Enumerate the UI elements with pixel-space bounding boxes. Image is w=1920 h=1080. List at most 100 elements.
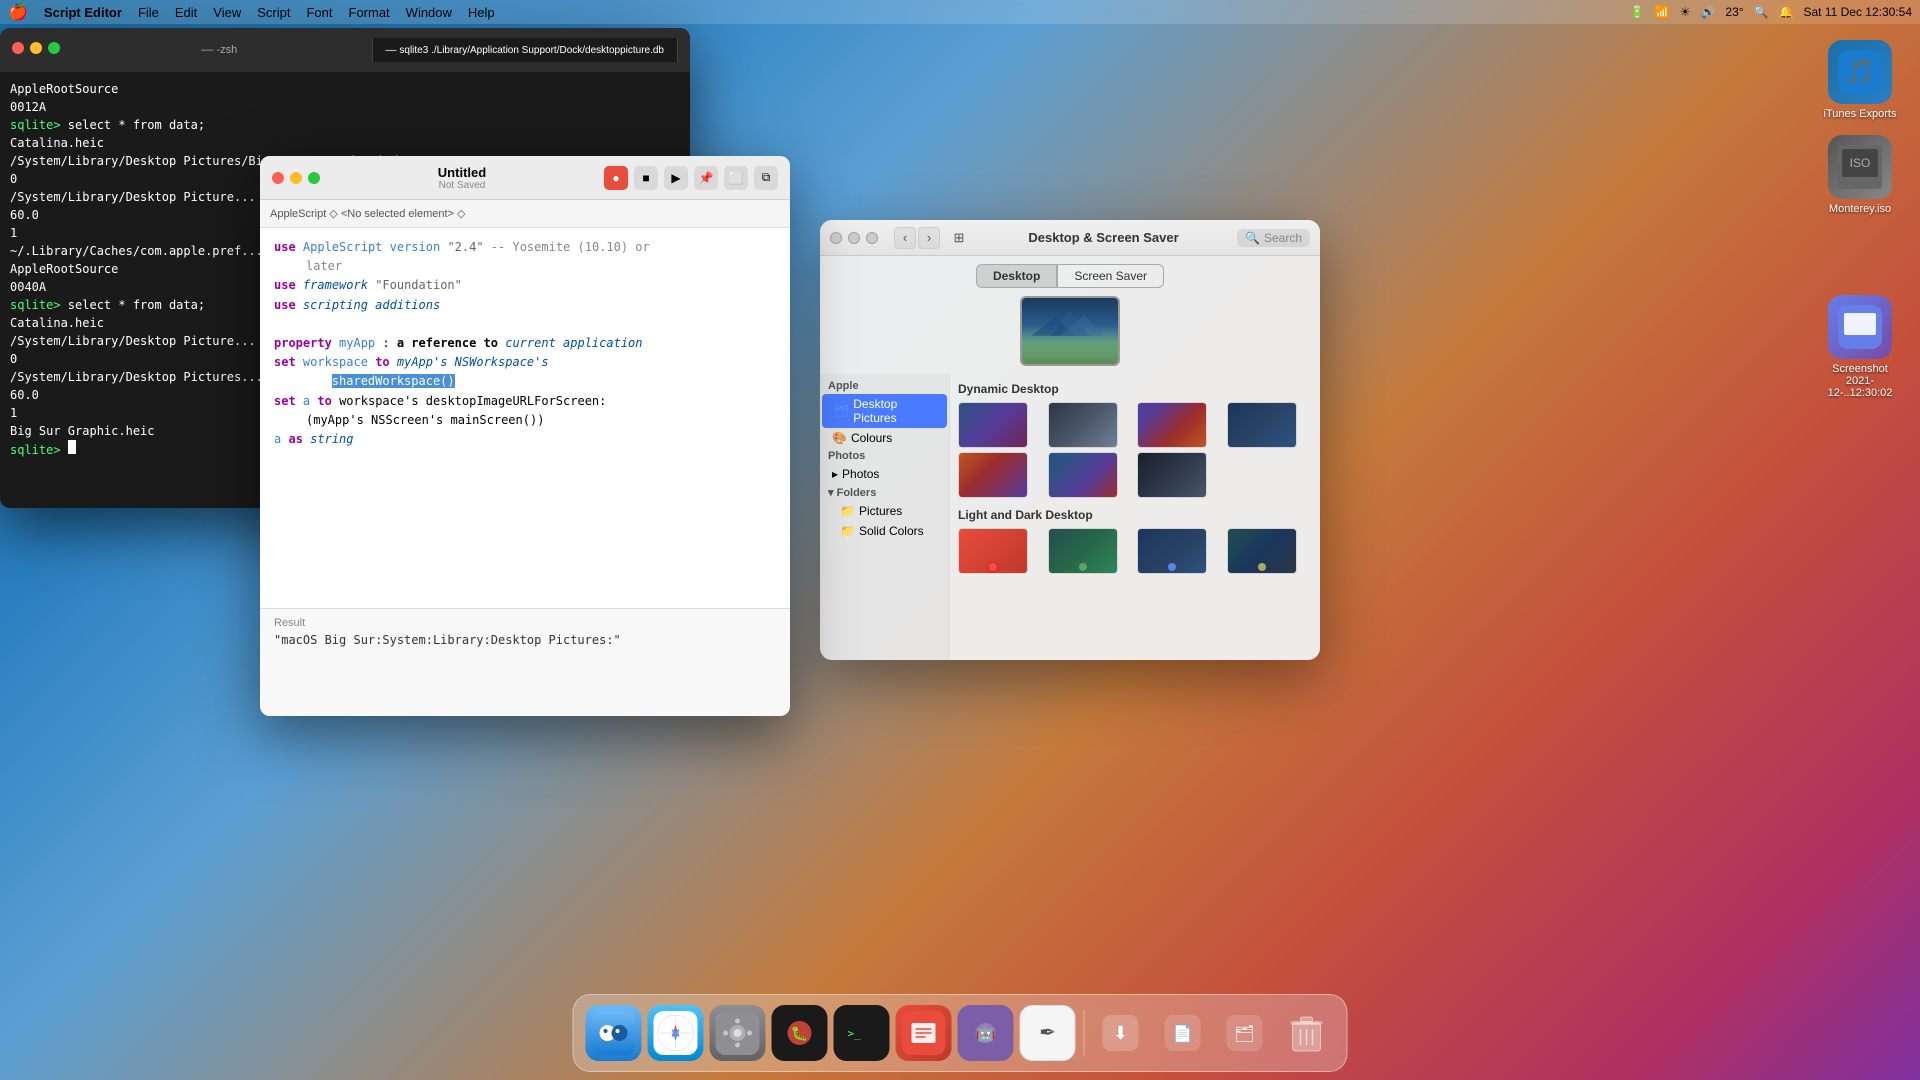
script-traffic-lights: [272, 172, 320, 184]
dock-terminal[interactable]: >_: [834, 1005, 890, 1061]
script-record-btn[interactable]: ▶: [664, 166, 688, 190]
menubar-window[interactable]: Window: [406, 5, 452, 20]
temp-display: 23°: [1725, 5, 1743, 19]
script-run-btn[interactable]: ●: [604, 166, 628, 190]
dock-trash[interactable]: [1279, 1005, 1335, 1061]
script-stop-btn[interactable]: ■: [634, 166, 658, 190]
dss-content: Dynamic Desktop Light and Dark Desktop: [950, 374, 1320, 660]
terminal-tab-sqlite[interactable]: –– sqlite3 ./Library/Application Support…: [373, 38, 679, 62]
svg-text:ISO: ISO: [1850, 156, 1871, 170]
desktop-icon-itunes-label: iTunes Exports: [1824, 108, 1897, 120]
menubar-format[interactable]: Format: [349, 5, 390, 20]
dock-finder[interactable]: [586, 1005, 642, 1061]
menubar-font[interactable]: Font: [306, 5, 332, 20]
menubar-view[interactable]: View: [213, 5, 241, 20]
script-minimize-btn[interactable]: [290, 172, 302, 184]
script-pin-btn[interactable]: 📌: [694, 166, 718, 190]
script-close-btn[interactable]: [272, 172, 284, 184]
dock-recents[interactable]: 📄: [1155, 1005, 1211, 1061]
dock-sketchbook[interactable]: [896, 1005, 952, 1061]
desktop-icon-screenshot[interactable]: Screenshot 2021-12-..12:30:02: [1820, 295, 1900, 399]
dock-safari[interactable]: [648, 1005, 704, 1061]
terminal-maximize-btn[interactable]: [48, 42, 60, 54]
dock-other[interactable]: 🗂: [1217, 1005, 1273, 1061]
dss-back-btn[interactable]: ‹: [894, 227, 916, 249]
dss-sidebar-photos[interactable]: ▸ Photos: [820, 464, 949, 484]
dss-forward-btn[interactable]: ›: [918, 227, 940, 249]
desktop-icon-itunes[interactable]: 🎵 iTunes Exports: [1820, 40, 1900, 120]
terminal-tab-zsh[interactable]: –– -zsh: [67, 38, 373, 62]
dock-system-preferences[interactable]: [710, 1005, 766, 1061]
dss-maximize-btn[interactable]: [866, 232, 878, 244]
dock-script-editor[interactable]: ✒: [1020, 1005, 1076, 1061]
notification-icon[interactable]: 🔔: [1779, 5, 1794, 19]
menubar-file[interactable]: File: [138, 5, 159, 20]
terminal-close-btn[interactable]: [12, 42, 24, 54]
dock-permute[interactable]: 🐛: [772, 1005, 828, 1061]
dss-search-icon: 🔍: [1245, 231, 1260, 245]
desktop-icon-monterey[interactable]: ISO Monterey.iso: [1820, 135, 1900, 215]
dss-sidebar-desktop-pictures[interactable]: 🗂 Desktop Pictures: [822, 394, 947, 428]
dss-section-folders: ▾ Folders: [820, 484, 949, 501]
code-line-5: set workspace to myApp's NSWorkspace's: [274, 353, 776, 372]
dss-thumb-ld-2[interactable]: [1048, 528, 1118, 574]
script-title-area: Untitled Not Saved: [320, 165, 604, 191]
term-line-4: Catalina.heic: [10, 134, 680, 152]
dss-sidebar-pictures[interactable]: 📁 Pictures: [820, 501, 949, 521]
dss-sidebar: Apple 🗂 Desktop Pictures 🎨 Colours Photo…: [820, 374, 950, 660]
colours-icon: 🎨: [832, 431, 847, 445]
menubar-app-name[interactable]: Script Editor: [44, 5, 122, 20]
dss-thumb-2[interactable]: [1048, 402, 1118, 448]
svg-text:✒: ✒: [1039, 1022, 1056, 1044]
terminal-titlebar: –– -zsh –– sqlite3 ./Library/Application…: [0, 28, 690, 72]
script-maximize-btn[interactable]: [308, 172, 320, 184]
dss-lightdark-title: Light and Dark Desktop: [958, 508, 1312, 522]
dss-minimize-btn[interactable]: [848, 232, 860, 244]
dss-search[interactable]: 🔍 Search: [1237, 229, 1310, 247]
dss-thumb-5[interactable]: [958, 452, 1028, 498]
dss-thumb-4[interactable]: [1227, 402, 1297, 448]
dss-tab-screensaver[interactable]: Screen Saver: [1057, 264, 1164, 288]
dss-thumb-7[interactable]: [1137, 452, 1207, 498]
dss-thumb-ld-3[interactable]: [1137, 528, 1207, 574]
dock-downloads[interactable]: ⬇: [1093, 1005, 1149, 1061]
dock-automator[interactable]: 🤖: [958, 1005, 1014, 1061]
dss-thumb-ld-1[interactable]: [958, 528, 1028, 574]
clock-display: Sat 11 Dec 12:30:54: [1803, 5, 1912, 19]
dss-close-btn[interactable]: [830, 232, 842, 244]
dss-thumb-1[interactable]: [958, 402, 1028, 448]
dss-title: Desktop & Screen Saver: [978, 230, 1229, 245]
menubar-left: 🍎 Script Editor File Edit View Script Fo…: [8, 2, 495, 22]
search-menubar-icon[interactable]: 🔍: [1754, 5, 1769, 19]
dock-divider: [1084, 1010, 1085, 1056]
terminal-minimize-btn[interactable]: [30, 42, 42, 54]
script-title: Untitled: [438, 165, 486, 180]
term-line-1: AppleRootSource: [10, 80, 680, 98]
photos-expand-icon: ▸: [832, 467, 838, 481]
script-split-btn[interactable]: ⧉: [754, 166, 778, 190]
dss-sidebar-solid-colors[interactable]: 📁 Solid Colors: [820, 521, 949, 541]
svg-text:🐛: 🐛: [791, 1025, 808, 1042]
dss-grid-icon[interactable]: ⊞: [948, 227, 970, 249]
dss-thumb-6[interactable]: [1048, 452, 1118, 498]
menubar-help[interactable]: Help: [468, 5, 495, 20]
terminal-tabs: –– -zsh –– sqlite3 ./Library/Application…: [12, 38, 678, 62]
script-code-area[interactable]: use AppleScript version "2.4" -- Yosemit…: [260, 228, 790, 608]
menubar-edit[interactable]: Edit: [175, 5, 197, 20]
code-line-2: use framework "Foundation": [274, 276, 776, 295]
dss-dynamic-title: Dynamic Desktop: [958, 382, 1312, 396]
dss-dynamic-grid: [958, 402, 1312, 498]
script-fullscreen-btn[interactable]: ⬜: [724, 166, 748, 190]
folder-blue-icon: 🗂: [834, 404, 849, 418]
dss-tab-desktop[interactable]: Desktop: [976, 264, 1057, 288]
wifi-icon: 📶: [1655, 5, 1670, 19]
dss-thumb-ld-4[interactable]: [1227, 528, 1297, 574]
code-line-3: use scripting additions: [274, 296, 776, 315]
dss-tabs: Desktop Screen Saver: [820, 256, 1320, 292]
dss-sidebar-colours[interactable]: 🎨 Colours: [820, 428, 949, 448]
script-titlebar: Untitled Not Saved ● ■ ▶ 📌 ⬜ ⧉: [260, 156, 790, 200]
code-line-blank: [274, 315, 776, 334]
menubar-script[interactable]: Script: [257, 5, 290, 20]
dss-thumb-3[interactable]: [1137, 402, 1207, 448]
apple-menu[interactable]: 🍎: [8, 2, 28, 22]
